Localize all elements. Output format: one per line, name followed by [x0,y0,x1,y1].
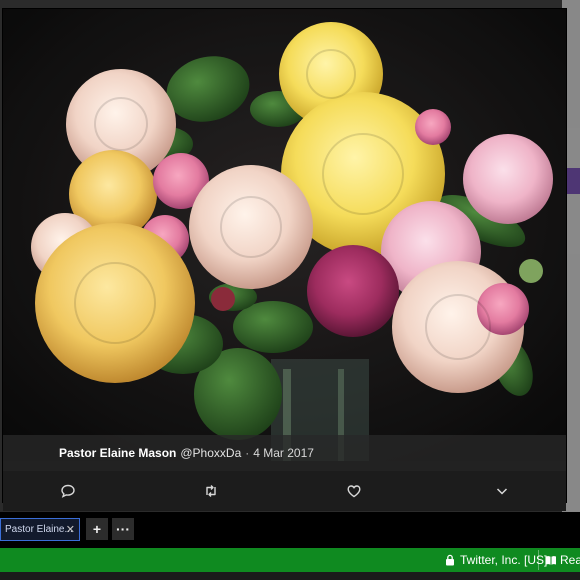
speech-bubble-icon [61,484,75,498]
browser-tab-strip: Pastor Elaine... ✕ + ··· [0,512,580,548]
tab-close-icon[interactable]: ✕ [66,523,75,536]
reading-view-button[interactable]: Read [560,553,580,567]
tweet-caption: Pastor Elaine Mason @PhoxxDa · 4 Mar 201… [3,435,566,471]
browser-tab-active[interactable]: Pastor Elaine... ✕ [0,518,80,541]
caption-separator: · [245,446,250,460]
heart-icon [347,485,361,498]
media-lightbox: Pastor Elaine Mason @PhoxxDa · 4 Mar 201… [3,9,566,511]
tab-title: Pastor Elaine... [5,524,73,535]
author-handle[interactable]: @PhoxxDa [180,446,241,460]
reading-view-icon [546,556,556,566]
more-button[interactable] [491,480,513,502]
retweet-button[interactable] [200,480,222,502]
chevron-down-icon [496,488,508,495]
browser-status-bar: Twitter, Inc. [US] Read [0,548,580,572]
tweet-actions-bar [3,471,566,511]
new-tab-button[interactable]: + [86,518,108,540]
screen: Pastor Elaine Mason @PhoxxDa · 4 Mar 201… [0,0,580,580]
tab-overflow-button[interactable]: ··· [112,518,134,540]
reply-button[interactable] [57,480,79,502]
like-button[interactable] [343,480,365,502]
status-divider [538,550,539,570]
lock-icon [446,554,454,566]
site-identity[interactable]: Twitter, Inc. [US] [460,553,547,567]
author-name[interactable]: Pastor Elaine Mason [59,446,176,460]
tweet-photo[interactable] [3,9,566,461]
window-bottom-edge [0,572,580,580]
retweet-icon [206,485,216,497]
tweet-date[interactable]: 4 Mar 2017 [253,446,314,460]
